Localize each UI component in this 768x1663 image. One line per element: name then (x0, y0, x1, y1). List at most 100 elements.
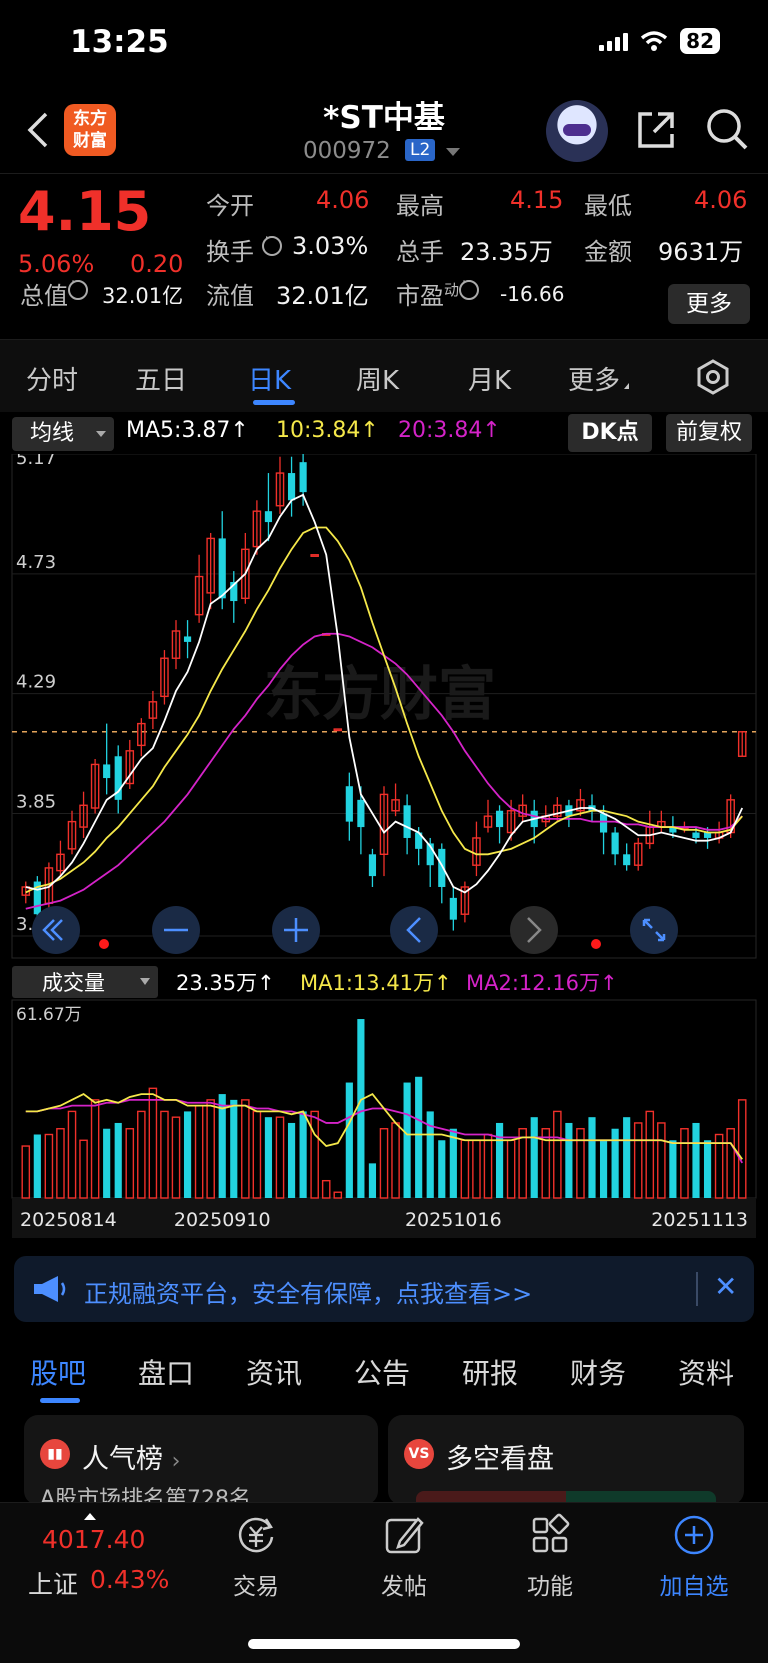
volume-bar (56, 1128, 65, 1199)
price-tick-label: 5.17 (16, 454, 56, 469)
high-label: 最高 (396, 192, 444, 220)
more-button[interactable]: 更多 (668, 284, 750, 324)
volume-bar (576, 1128, 585, 1199)
search-icon[interactable] (704, 106, 750, 152)
tab-announcements[interactable]: 公告 (354, 1352, 410, 1392)
home-indicator (248, 1639, 520, 1649)
zoom-out-button[interactable] (152, 906, 200, 954)
tab-news[interactable]: 资讯 (246, 1352, 302, 1392)
info-dots-icon[interactable] (459, 275, 480, 300)
chart-badge-icon: ▮▮ (40, 1439, 70, 1469)
add-circle-icon (674, 1515, 714, 1555)
candle (218, 538, 226, 599)
ma-dropdown[interactable]: 均线 (12, 417, 114, 451)
volume-bar (160, 1110, 169, 1199)
scroll-left-button[interactable] (32, 906, 80, 954)
nav-add-watchlist[interactable]: 加自选 (654, 1513, 734, 1601)
chart-controls (32, 906, 678, 954)
info-dots-icon[interactable] (261, 231, 282, 256)
volume-bar (230, 1099, 238, 1198)
ma20-value: 20:3.84↑ (398, 418, 501, 443)
price-tick-label: 4.29 (16, 672, 56, 693)
candle (438, 848, 446, 887)
volume-bar (171, 1116, 181, 1199)
volume-bar (333, 1191, 343, 1199)
date-label: 20251113 (651, 1209, 748, 1231)
share-icon[interactable] (634, 108, 678, 152)
volume-bar (449, 1128, 457, 1198)
info-dots-icon[interactable] (68, 275, 88, 300)
float-mv-value: 32.01亿 (276, 282, 369, 310)
candle (103, 764, 111, 779)
volume-bar (21, 1145, 31, 1199)
gear-icon[interactable] (694, 358, 732, 396)
chevron-down-icon[interactable] (446, 148, 460, 156)
volume-ma2: MA2:12.16万↑ (466, 971, 618, 995)
index-name[interactable]: 上证 (28, 1565, 78, 1601)
tab-financials[interactable]: 财务 (570, 1352, 626, 1392)
volume-bar (669, 1140, 677, 1198)
kline-chart[interactable]: 东方财富 5.174.734.293.853.40 (0, 454, 768, 1244)
volume-bar (506, 1139, 516, 1199)
adjust-button[interactable]: 前复权 (666, 414, 752, 452)
index-change[interactable]: 0.43% (90, 1565, 169, 1594)
tab-monthly-k[interactable]: 月K (468, 360, 511, 397)
volume-bar (357, 1019, 365, 1198)
stock-code[interactable]: 000972 (303, 138, 391, 164)
volume-bar (264, 1117, 273, 1198)
candle (495, 810, 504, 828)
turnover-value: 3.03% (292, 232, 369, 260)
marker-dot (99, 939, 109, 949)
tab-profile[interactable]: 资料 (678, 1352, 734, 1392)
card-title: 人气榜 › (82, 1444, 181, 1475)
tab-research[interactable]: 研报 (462, 1352, 518, 1392)
tab-weekly-k[interactable]: 周K (356, 360, 399, 397)
volume-bar (379, 1128, 389, 1199)
volume-value: 23.35万 (460, 238, 553, 266)
dk-point-button[interactable]: DK点 (568, 414, 652, 452)
tab-intraday[interactable]: 分时 (26, 360, 78, 397)
total-mv-value: 32.01亿 (102, 284, 184, 308)
candle (449, 897, 457, 920)
popularity-card[interactable]: ▮▮ 人气榜 › A股市场排名第728名 (24, 1415, 378, 1505)
tab-daily-k[interactable]: 日K (248, 360, 291, 397)
volume-bar (438, 1140, 446, 1198)
next-button[interactable] (510, 906, 558, 954)
volume-bar (287, 1122, 296, 1198)
nav-trade[interactable]: 交易 (216, 1513, 296, 1601)
fullscreen-button[interactable] (630, 906, 678, 954)
volume-bar (553, 1110, 562, 1199)
zoom-in-button[interactable] (272, 906, 320, 954)
wifi-icon (641, 31, 668, 51)
volume-bar (460, 1139, 470, 1199)
status-icons: 82 (599, 28, 720, 54)
date-axis-bg (12, 1198, 756, 1238)
tab-five-day[interactable]: 五日 (135, 360, 187, 397)
volume-label: 总手 (396, 238, 444, 266)
nav-post[interactable]: 发帖 (364, 1513, 444, 1601)
nav-functions[interactable]: 功能 (510, 1513, 590, 1601)
watermark: 东方财富 (264, 660, 496, 728)
ad-text[interactable]: 正规融资平台，安全有保障，点我查看>> (84, 1274, 532, 1309)
candle (692, 832, 700, 838)
tab-orderbook[interactable]: 盘口 (138, 1352, 194, 1392)
volume-bar (703, 1140, 712, 1198)
volume-bar (206, 1099, 215, 1199)
volume-bar (495, 1122, 504, 1198)
volume-dropdown-label[interactable]: 成交量 (42, 971, 105, 995)
ai-assistant-icon[interactable] (546, 100, 608, 162)
battery-icon: 82 (680, 28, 720, 54)
bull-bear-card[interactable]: VS 多空看盘 (388, 1415, 744, 1505)
candle (623, 854, 631, 866)
volume-bar (79, 1139, 88, 1199)
index-value[interactable]: 4017.40 (42, 1525, 145, 1554)
tab-guba[interactable]: 股吧 (30, 1352, 86, 1392)
volume-bar (645, 1110, 655, 1199)
prev-button[interactable] (390, 906, 438, 954)
float-mv-label: 流值 (206, 282, 254, 310)
grid-icon (532, 1513, 570, 1553)
low-label: 最低 (584, 192, 632, 220)
close-icon[interactable]: ✕ (714, 1270, 737, 1303)
tab-more[interactable]: 更多 (568, 360, 630, 397)
ad-banner[interactable]: 正规融资平台，安全有保障，点我查看>> ✕ (14, 1256, 754, 1322)
